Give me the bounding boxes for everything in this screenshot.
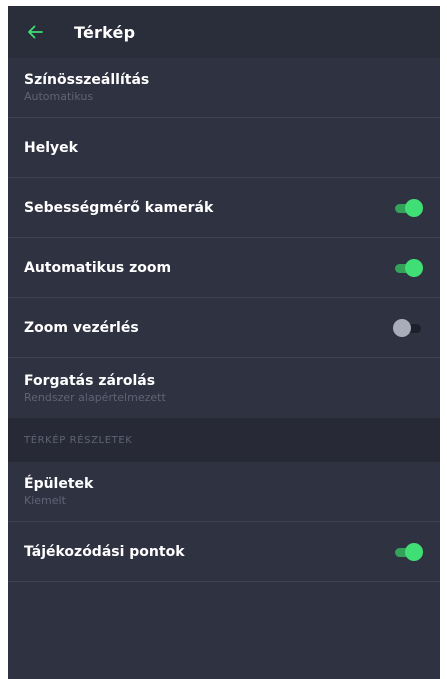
setting-zoom-control[interactable]: Zoom vezérlés — [8, 298, 440, 358]
speed-cameras-toggle[interactable] — [395, 198, 423, 218]
toggle-thumb — [405, 198, 423, 217]
toggle-thumb — [393, 318, 411, 337]
setting-label: Forgatás zárolás — [24, 372, 156, 389]
setting-label: Tájékozódási pontok — [24, 543, 185, 560]
setting-texts: Forgatás zárolás Rendszer alapértelmezet… — [24, 372, 166, 405]
setting-texts: Színösszeállítás Automatikus — [24, 71, 149, 104]
setting-texts: Zoom vezérlés — [24, 319, 139, 337]
setting-rotation-lock[interactable]: Forgatás zárolás Rendszer alapértelmezet… — [8, 358, 440, 418]
setting-texts: Sebességmérő kamerák — [24, 199, 213, 217]
setting-landmarks[interactable]: Tájékozódási pontok — [8, 522, 440, 582]
setting-label: Zoom vezérlés — [24, 319, 139, 336]
setting-auto-zoom[interactable]: Automatikus zoom — [8, 238, 440, 298]
setting-label: Helyek — [24, 139, 78, 156]
setting-label: Automatikus zoom — [24, 259, 172, 276]
setting-value: Kiemelt — [24, 494, 66, 507]
setting-texts: Helyek — [24, 139, 78, 157]
setting-texts: Tájékozódási pontok — [24, 543, 185, 561]
toggle-thumb — [405, 542, 423, 561]
app-bar: Térkép — [8, 6, 440, 58]
setting-buildings[interactable]: Épületek Kiemelt — [8, 462, 440, 522]
settings-screen: Térkép Színösszeállítás Automatikus Hely… — [8, 6, 440, 679]
setting-value: Automatikus — [24, 90, 94, 103]
setting-places[interactable]: Helyek — [8, 118, 440, 178]
section-header-map-details: TÉRKÉP RÉSZLETEK — [8, 418, 440, 462]
setting-label: Épületek — [24, 476, 94, 492]
setting-speed-cameras[interactable]: Sebességmérő kamerák — [8, 178, 440, 238]
auto-zoom-toggle[interactable] — [395, 258, 423, 278]
page-title: Térkép — [74, 22, 136, 42]
toggle-thumb — [405, 258, 423, 277]
setting-label: Sebességmérő kamerák — [24, 199, 214, 216]
back-button[interactable] — [25, 22, 45, 42]
setting-texts: Épületek Kiemelt — [24, 475, 93, 508]
zoom-control-toggle[interactable] — [393, 318, 422, 338]
landmarks-toggle[interactable] — [395, 542, 423, 562]
setting-texts: Automatikus zoom — [24, 259, 171, 277]
setting-value: Rendszer alapértelmezett — [24, 390, 166, 404]
setting-label: Színösszeállítás — [24, 72, 150, 88]
setting-color-scheme[interactable]: Színösszeállítás Automatikus — [8, 58, 440, 118]
arrow-left-icon — [28, 25, 43, 39]
